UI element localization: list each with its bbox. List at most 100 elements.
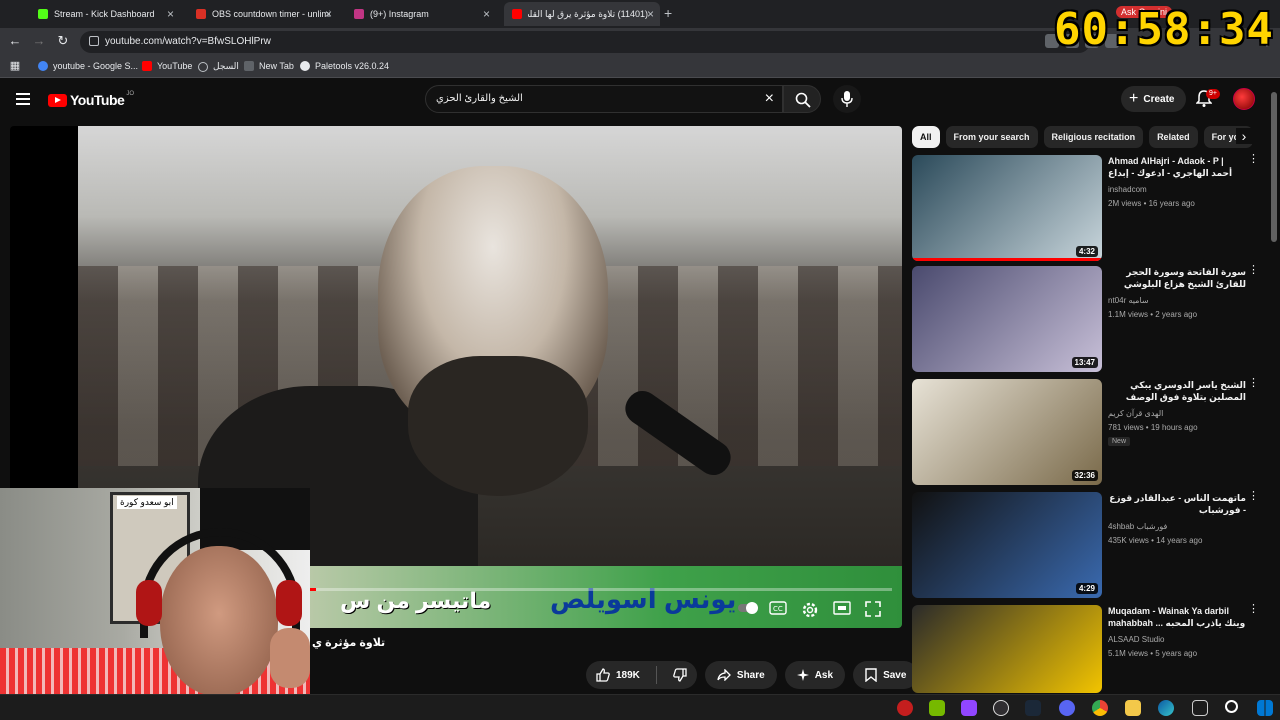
reload-icon[interactable]: ↻ xyxy=(54,33,72,49)
settings-gear-icon[interactable] xyxy=(801,601,821,618)
chip-from-your-search[interactable]: From your search xyxy=(945,126,1038,148)
rec-meta: 2M views • 16 years ago xyxy=(1108,199,1195,208)
url-text: youtube.com/watch?v=BfwSLOHlPrw xyxy=(105,36,271,47)
svg-text:CC: CC xyxy=(773,605,783,613)
chip-religious-recitation[interactable]: Religious recitation xyxy=(1043,126,1144,148)
bookmark-paletools[interactable]: Paletools v26.0.24 xyxy=(300,61,389,71)
hamburger-menu-icon[interactable] xyxy=(16,93,30,105)
dislike-button[interactable] xyxy=(663,661,697,689)
nvidia-icon[interactable] xyxy=(929,700,945,716)
rec-channel[interactable]: الهدى قرآن كريم xyxy=(1108,409,1163,418)
search-icon[interactable] xyxy=(1225,700,1238,713)
account-avatar[interactable] xyxy=(1233,88,1255,110)
back-icon[interactable]: ← xyxy=(6,33,24,48)
file-explorer-icon[interactable] xyxy=(1125,700,1141,716)
bookmark-history[interactable]: السجل xyxy=(198,61,239,72)
bookmark-youtube[interactable]: YouTube xyxy=(142,61,192,71)
rec-channel[interactable]: 4shbab فورشباب xyxy=(1108,522,1167,531)
search-button[interactable] xyxy=(783,85,821,113)
rec-channel[interactable]: nt04r ساميه xyxy=(1108,296,1149,305)
rec-title[interactable]: ماتهمت الناس - عبدالقادر قوزع - فورشباب xyxy=(1108,492,1246,516)
steam-icon[interactable] xyxy=(1025,700,1041,716)
rec-title[interactable]: سورة الفاتحة وسورة الحجر للقارئ الشيخ هز… xyxy=(1108,266,1246,290)
list-item[interactable]: 4:32 Ahmad AlHajri - Adaok - P | أحمد ال… xyxy=(912,154,1259,261)
player-controls: CC xyxy=(737,601,885,618)
more-options-icon[interactable]: ⋮ xyxy=(1248,378,1259,389)
new-tab-button[interactable]: + xyxy=(664,5,672,21)
more-options-icon[interactable]: ⋮ xyxy=(1248,265,1259,276)
close-icon[interactable]: × xyxy=(483,7,490,21)
list-item[interactable]: 13:47 سورة الفاتحة وسورة الحجر للقارئ ال… xyxy=(912,265,1259,372)
progress-bar[interactable] xyxy=(310,588,892,591)
close-icon[interactable]: × xyxy=(167,7,174,21)
site-info-icon[interactable] xyxy=(89,36,99,46)
chrome-icon[interactable] xyxy=(1092,700,1108,716)
new-badge: New xyxy=(1108,437,1131,446)
video-thumbnail[interactable]: 32:36 xyxy=(912,379,1102,485)
youtube-logo[interactable]: YouTube JO xyxy=(48,91,134,108)
ask-button[interactable]: Ask xyxy=(784,661,846,689)
tab-title: OBS countdown timer - unlimit xyxy=(212,9,330,19)
progress-fill xyxy=(310,588,316,591)
chevron-right-icon[interactable]: › xyxy=(1236,128,1252,144)
close-icon[interactable]: × xyxy=(325,7,332,21)
rec-channel[interactable]: inshadcom xyxy=(1108,185,1147,194)
voice-search-button[interactable] xyxy=(833,85,861,113)
more-options-icon[interactable]: ⋮ xyxy=(1248,154,1259,165)
rec-channel[interactable]: ALSAAD Studio xyxy=(1108,635,1164,644)
bookmark-new-tab[interactable]: New Tab xyxy=(244,61,294,71)
apps-grid-icon[interactable]: ▦ xyxy=(6,59,24,72)
app-icon[interactable] xyxy=(897,700,913,716)
tab-kick-dashboard[interactable]: Stream - Kick Dashboard × xyxy=(30,2,180,26)
tab-instagram[interactable]: (9+) Instagram × xyxy=(346,2,496,26)
like-button[interactable]: 189K xyxy=(586,661,650,689)
obs-icon[interactable] xyxy=(993,700,1009,716)
rec-title[interactable]: الشيخ ياسر الدوسري يبكي المصلين بتلاوة ف… xyxy=(1108,379,1246,405)
video-thumbnail[interactable] xyxy=(912,605,1102,693)
microphone-icon xyxy=(841,91,853,107)
logo-text: YouTube xyxy=(70,92,125,108)
close-icon[interactable]: × xyxy=(647,7,654,21)
video-thumbnail[interactable]: 4:32 xyxy=(912,155,1102,261)
task-view-icon[interactable] xyxy=(1192,700,1208,716)
scrollbar[interactable] xyxy=(1271,92,1277,242)
search-input[interactable]: الشيخ والقارئ الحزي × xyxy=(425,85,783,113)
tab-youtube-active[interactable]: (11401) تلاوة مؤثرة يرق لها القلب × xyxy=(504,2,660,26)
windows-start-icon[interactable] xyxy=(1257,700,1273,716)
fullscreen-icon[interactable] xyxy=(865,601,885,617)
miniplayer-icon[interactable] xyxy=(833,601,853,617)
share-button[interactable]: Share xyxy=(704,661,777,689)
more-options-icon[interactable]: ⋮ xyxy=(1248,491,1259,502)
rec-title[interactable]: Muqadam - Wainak Ya darbil mahabbah ... … xyxy=(1108,605,1246,629)
edge-icon[interactable] xyxy=(1158,700,1174,716)
page-icon xyxy=(244,61,254,71)
clear-search-icon[interactable]: × xyxy=(765,90,774,108)
list-item[interactable]: 4:29 ماتهمت الناس - عبدالقادر قوزع - فور… xyxy=(912,491,1259,598)
windows-taskbar xyxy=(0,694,1280,720)
list-item[interactable]: 32:36 الشيخ ياسر الدوسري يبكي المصلين بت… xyxy=(912,378,1259,485)
bookmark-google-search[interactable]: youtube - Google S... xyxy=(38,61,138,71)
headset-ear-left xyxy=(136,580,162,626)
video-thumbnail[interactable]: 4:29 xyxy=(912,492,1102,598)
save-button[interactable]: Save xyxy=(853,661,919,689)
rec-title[interactable]: Ahmad AlHajri - Adaok - P | أحمد الهاجري… xyxy=(1108,155,1246,179)
more-options-icon[interactable]: ⋮ xyxy=(1248,604,1259,615)
bookmark-label: السجل xyxy=(213,61,239,71)
autoplay-toggle[interactable] xyxy=(737,601,758,617)
captions-icon[interactable]: CC xyxy=(769,601,789,617)
create-button[interactable]: + Create xyxy=(1121,86,1187,112)
list-item[interactable]: Muqadam - Wainak Ya darbil mahabbah ... … xyxy=(912,604,1259,693)
discord-icon[interactable] xyxy=(1059,700,1075,716)
duration-badge: 4:29 xyxy=(1075,583,1098,594)
notification-count-badge: 9+ xyxy=(1206,89,1220,99)
youtube-play-icon xyxy=(48,93,67,107)
ask-label: Ask xyxy=(814,669,834,681)
app-icon[interactable] xyxy=(961,700,977,716)
tab-obs-timer[interactable]: OBS countdown timer - unlimit × xyxy=(188,2,338,26)
video-thumbnail[interactable]: 13:47 xyxy=(912,266,1102,372)
chip-related[interactable]: Related xyxy=(1149,126,1198,148)
chip-all[interactable]: All xyxy=(912,126,940,148)
share-icon xyxy=(717,669,731,681)
forward-icon[interactable]: → xyxy=(30,33,48,48)
address-bar[interactable]: youtube.com/watch?v=BfwSLOHlPrw xyxy=(80,31,1090,53)
